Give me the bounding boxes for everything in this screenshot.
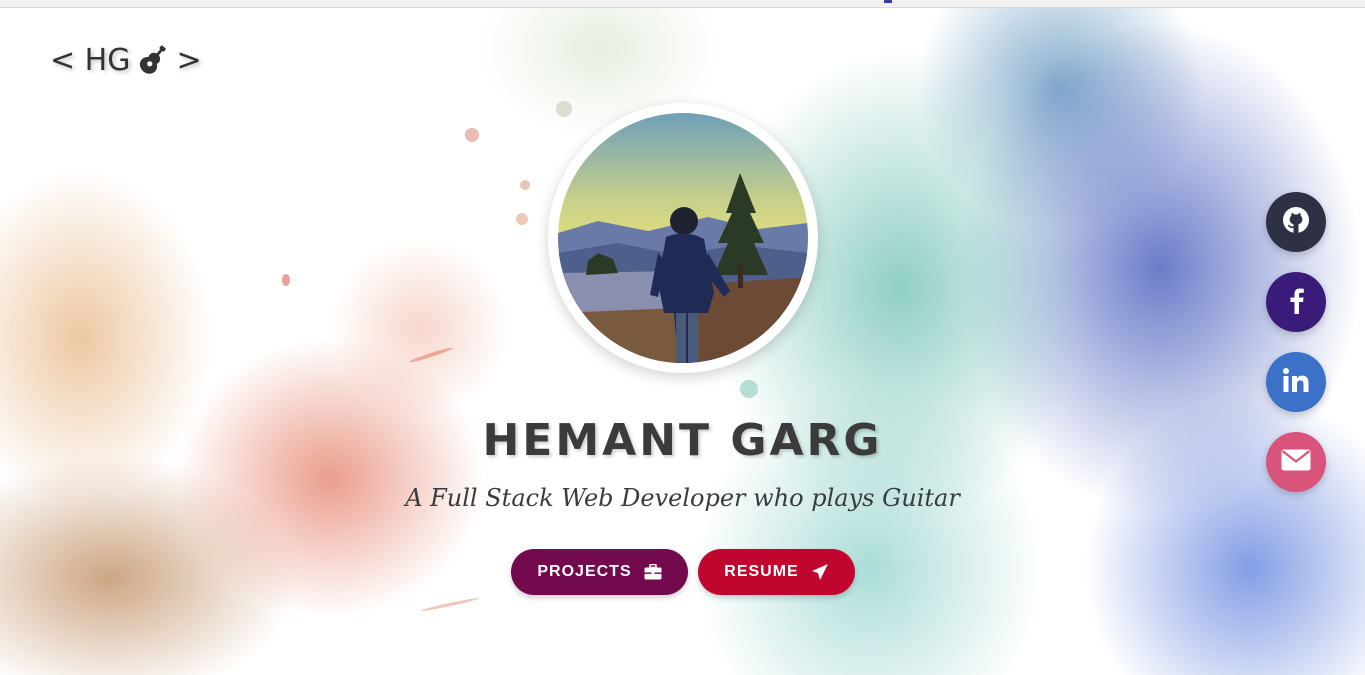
- profile-photo: [558, 113, 808, 363]
- paper-plane-icon: [811, 563, 829, 581]
- paint-splat: [556, 101, 572, 117]
- paint-splat: [408, 345, 454, 365]
- github-icon: [1281, 205, 1311, 239]
- hero-name: HEMANT GARG: [482, 415, 883, 466]
- resume-button[interactable]: RESUME: [698, 549, 855, 595]
- hero-tagline: A Full Stack Web Developer who plays Gui…: [405, 484, 960, 512]
- projects-button-label: PROJECTS: [537, 563, 632, 580]
- paint-splat: [420, 596, 480, 613]
- logo-close-bracket: >: [176, 42, 202, 78]
- paint-splat: [516, 213, 528, 225]
- site-logo[interactable]: < HG >: [50, 40, 202, 80]
- paint-splat: [282, 274, 290, 286]
- guitar-icon: [136, 43, 170, 77]
- projects-button[interactable]: PROJECTS: [511, 549, 688, 595]
- avatar-frame: [548, 103, 818, 373]
- paint-splat: [740, 380, 758, 398]
- briefcase-icon: [644, 564, 662, 580]
- resume-button-label: RESUME: [724, 563, 799, 580]
- top-strip-marker: [884, 0, 892, 3]
- facebook-icon: [1286, 286, 1306, 318]
- paint-splat: [520, 180, 530, 190]
- linkedin-link[interactable]: [1266, 352, 1326, 412]
- email-link[interactable]: [1266, 432, 1326, 492]
- linkedin-icon: [1282, 367, 1310, 397]
- github-link[interactable]: [1266, 192, 1326, 252]
- logo-text: < HG: [50, 42, 131, 78]
- envelope-icon: [1281, 449, 1311, 475]
- facebook-link[interactable]: [1266, 272, 1326, 332]
- paint-splat: [465, 128, 479, 142]
- browser-top-strip: [0, 0, 1365, 8]
